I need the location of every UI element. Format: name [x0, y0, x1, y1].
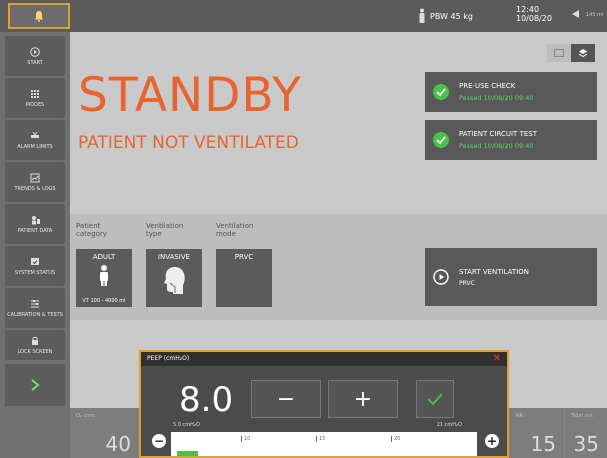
check-status: Passed 10/08/20 09:40 — [459, 94, 534, 102]
sidebar-item-system-status[interactable]: SYSTEM STATUS — [5, 246, 65, 286]
start-ventilation-button[interactable]: START VENTILATION PRVC — [425, 248, 597, 306]
sidebar-item-lock-screen[interactable]: LOCK SCREEN — [5, 330, 65, 360]
ventilation-type-button[interactable]: INVASIVE — [146, 249, 202, 307]
value-cell-o2[interactable]: O₂ conc. 40 — [70, 408, 140, 458]
increase-button[interactable]: + — [328, 380, 398, 418]
sidebar-item-modes[interactable]: MODES — [5, 78, 65, 118]
check-icon — [433, 132, 449, 148]
slider-increase-icon[interactable]: + — [485, 434, 499, 448]
alarm-bell-button[interactable] — [8, 3, 70, 29]
label-patient-category: Patient category — [76, 222, 107, 238]
toggle-option-screen[interactable] — [547, 44, 571, 62]
adult-icon — [100, 265, 108, 286]
label-ventilation-type: Ventilation type — [146, 222, 184, 238]
sidebar-item-label: LOCK SCREEN — [17, 348, 53, 355]
pre-use-check-card[interactable]: PRE-USE CHECK Passed 10/08/20 09:40 — [425, 72, 597, 112]
layers-icon — [578, 49, 588, 58]
close-icon[interactable]: ✕ — [493, 353, 501, 364]
invasive-head-icon — [164, 267, 185, 294]
mode-value: PRVC — [234, 253, 254, 261]
value-number: 15 — [530, 432, 556, 456]
screen-icon — [554, 49, 564, 57]
top-bar: PBW 45 kg 12:40 10/08/20 145 mi — [0, 0, 607, 32]
dialog-title: PEEP (cmH₂O) — [147, 355, 190, 362]
type-value: INVASIVE — [157, 253, 191, 261]
bell-icon — [34, 11, 44, 22]
chevron-right-icon — [31, 379, 40, 391]
min-label: 5.0 cmH₂O — [173, 422, 200, 428]
sidebar: START MODES ALARM LIMITS TRENDS & LOGS P… — [0, 32, 70, 458]
value-label: RR — [516, 413, 523, 419]
value-number: 40 — [105, 432, 131, 456]
sidebar-item-calibration[interactable]: CALIBRATION & TESTS — [5, 288, 65, 328]
slider-tick: 20 — [391, 436, 400, 442]
patient-circuit-test-card[interactable]: PATIENT CIRCUIT TEST Passed 10/08/20 09:… — [425, 120, 597, 160]
patient-icon — [419, 8, 425, 23]
max-label: 21 cmH₂O — [436, 422, 462, 428]
check-status: Passed 10/08/20 09:40 — [459, 142, 534, 150]
sidebar-item-alarm-limits[interactable]: ALARM LIMITS — [5, 120, 65, 160]
sidebar-item-label: SYSTEM STATUS — [14, 269, 56, 276]
category-value: ADULT — [92, 253, 116, 261]
view-toggle[interactable] — [547, 44, 595, 62]
system-icon — [31, 257, 39, 265]
peep-value: 8.0 — [179, 380, 234, 420]
status-title: STANDBY — [78, 68, 302, 123]
confirm-button[interactable] — [416, 380, 454, 418]
lock-icon — [32, 336, 38, 345]
check-title: PATIENT CIRCUIT TEST — [459, 130, 537, 138]
clock-time: 12:40 — [516, 5, 540, 14]
sidebar-item-trends[interactable]: TRENDS & LOGS — [5, 162, 65, 202]
sidebar-item-label: START — [27, 59, 43, 66]
checkmark-icon — [427, 393, 443, 406]
start-mode: PRVC — [459, 279, 475, 287]
slider-tick: 15 — [316, 436, 325, 442]
grid-icon — [31, 89, 39, 98]
sidebar-item-start[interactable]: START — [5, 36, 65, 76]
category-sub: VT 100 - 4000 ml — [82, 298, 126, 304]
sidebar-next-button[interactable] — [5, 364, 65, 406]
check-title: PRE-USE CHECK — [459, 82, 516, 90]
sidebar-item-label: PATIENT DATA — [17, 227, 53, 234]
start-title: START VENTILATION — [459, 267, 529, 276]
value-label: Tidal vol. — [571, 413, 594, 419]
sidebar-item-label: ALARM LIMITS — [17, 143, 53, 150]
slider-decrease-icon[interactable]: − — [152, 434, 166, 448]
sidebar-item-patient-data[interactable]: PATIENT DATA — [5, 204, 65, 244]
play-circle-icon — [433, 269, 449, 285]
play-circle-icon — [30, 46, 40, 57]
value-label: O₂ conc. — [76, 413, 97, 419]
value-cell-rr[interactable]: RR 15 — [510, 408, 565, 458]
sidebar-item-label: TRENDS & LOGS — [14, 185, 56, 192]
value-cell-tidal-volume[interactable]: Tidal vol. 35 — [565, 408, 607, 458]
slider-fill — [177, 451, 198, 456]
slider-tick: 10 — [241, 436, 250, 442]
patient-data-icon — [32, 215, 40, 224]
toggle-option-layers[interactable] — [571, 44, 595, 62]
trends-icon — [30, 173, 40, 182]
value-number: 35 — [573, 432, 599, 456]
clock-date: 10/08/20 — [516, 14, 552, 23]
alarm-icon — [31, 131, 39, 138]
ventilation-mode-button[interactable]: PRVC — [216, 249, 272, 307]
calibration-icon — [31, 299, 39, 307]
status-subtitle: PATIENT NOT VENTILATED — [78, 133, 299, 153]
dialog-header: PEEP (cmH₂O) ✕ — [141, 352, 507, 366]
patient-category-button[interactable]: ADULT VT 100 - 4000 ml — [76, 249, 132, 307]
decrease-button[interactable]: − — [251, 380, 321, 418]
network-icon — [572, 10, 579, 18]
peep-adjust-dialog: PEEP (cmH₂O) ✕ 8.0 − + 5.0 cmH₂O 21 cmH₂… — [139, 350, 509, 458]
top-right-sub: 145 mi — [586, 12, 604, 18]
check-icon — [433, 84, 449, 100]
peep-slider[interactable]: 10 15 20 — [171, 432, 477, 456]
patient-weight: PBW 45 kg — [430, 12, 473, 21]
sidebar-item-label: MODES — [25, 101, 45, 108]
label-ventilation-mode: Ventilation mode — [216, 222, 254, 238]
sidebar-item-label: CALIBRATION & TESTS — [7, 311, 63, 318]
